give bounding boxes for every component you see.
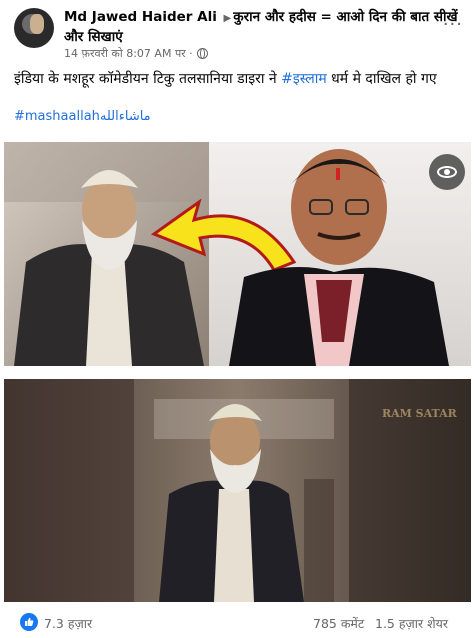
more-options-icon[interactable]: ··· bbox=[443, 14, 463, 35]
post-timestamp[interactable]: 14 फ़रवरी को 8:07 AM पर · bbox=[64, 46, 193, 61]
post-footer: 7.3 हज़ार 785 कमेंट 1.5 हज़ार शेयर bbox=[0, 608, 475, 638]
post-text-part2: धर्म मे दाखिल हो गए bbox=[326, 71, 437, 87]
caret-right-icon: ▶ bbox=[223, 13, 232, 24]
view-photo-icon[interactable] bbox=[429, 154, 465, 190]
author-name[interactable]: Md Jawed Haider Ali bbox=[64, 9, 217, 25]
facebook-post: Md Jawed Haider Ali ▶ कुरान और हदीस = आओ … bbox=[0, 0, 475, 638]
comment-count[interactable]: 785 कमेंट bbox=[313, 615, 364, 632]
share-count[interactable]: 1.5 हज़ार शेयर bbox=[375, 615, 448, 632]
author-avatar[interactable] bbox=[14, 8, 54, 48]
like-icon[interactable] bbox=[20, 613, 38, 631]
hashtag-link-mashaallah[interactable]: #mashaallahماشاءالله bbox=[14, 109, 151, 124]
post-image-bottom[interactable]: RAM SATAR bbox=[4, 379, 471, 602]
watermark-text: RAM SATAR bbox=[382, 407, 457, 420]
comparison-photo bbox=[4, 142, 471, 366]
post-image-top[interactable] bbox=[4, 142, 471, 366]
post-meta: 14 फ़रवरी को 8:07 AM पर · bbox=[64, 46, 208, 61]
post-header: Md Jawed Haider Ali ▶ कुरान और हदीस = आओ … bbox=[64, 8, 459, 46]
post-text-part1: इंडिया के मशहूर कॉमेडीयन टिकु तलसानिया ड… bbox=[14, 71, 282, 87]
globe-icon bbox=[196, 48, 208, 59]
post-text: इंडिया के मशहूर कॉमेडीयन टिकु तलसानिया ड… bbox=[14, 70, 464, 89]
hashtag-link[interactable]: #इस्लाम bbox=[281, 71, 327, 87]
like-count[interactable]: 7.3 हज़ार bbox=[44, 615, 92, 632]
